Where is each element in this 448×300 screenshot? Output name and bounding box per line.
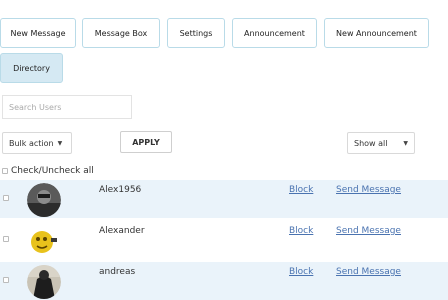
avatar <box>27 183 61 217</box>
user-name: Alexander <box>99 226 145 236</box>
directory-tab-bar: New Message Message Box Settings Announc… <box>0 0 448 88</box>
show-all-selected: Show all <box>354 138 388 148</box>
chevron-down-icon: ▼ <box>403 139 408 147</box>
user-row-checkbox[interactable] <box>3 195 9 201</box>
apply-button[interactable]: APPLY <box>120 131 172 153</box>
tab-new-announcement[interactable]: New Announcement <box>324 18 429 48</box>
tab-settings[interactable]: Settings <box>167 18 225 48</box>
user-name: andreas <box>99 267 136 277</box>
check-all-label: Check/Uncheck all <box>11 166 94 176</box>
check-all-row: Check/Uncheck all <box>2 165 94 177</box>
user-row: andreas Block Send Message <box>0 262 448 300</box>
tab-message-box[interactable]: Message Box <box>82 18 160 48</box>
send-message-link[interactable]: Send Message <box>336 267 401 277</box>
block-link[interactable]: Block <box>289 185 313 195</box>
tab-new-message[interactable]: New Message <box>0 18 76 48</box>
send-message-link[interactable]: Send Message <box>336 185 401 195</box>
avatar-dark-photo-icon <box>27 183 61 217</box>
user-row: Alexander Block Send Message <box>0 221 448 259</box>
bulk-action-select[interactable]: Bulk action ▼ <box>2 132 72 154</box>
avatar <box>27 224 61 258</box>
avatar <box>27 265 61 299</box>
avatar-landscape-photo-icon <box>27 265 61 299</box>
show-all-select[interactable]: Show all ▼ <box>347 132 415 154</box>
user-row: Alex1956 Block Send Message <box>0 180 448 218</box>
block-link[interactable]: Block <box>289 226 313 236</box>
tab-announcement[interactable]: Announcement <box>232 18 317 48</box>
send-message-link[interactable]: Send Message <box>336 226 401 236</box>
user-name: Alex1956 <box>99 185 142 195</box>
tab-directory[interactable]: Directory <box>0 53 63 83</box>
block-link[interactable]: Block <box>289 267 313 277</box>
bulk-action-selected: Bulk action <box>9 138 54 148</box>
avatar-yellow-emoji-icon <box>27 224 61 258</box>
user-row-checkbox[interactable] <box>3 277 9 283</box>
check-all-checkbox[interactable] <box>2 168 8 174</box>
chevron-down-icon: ▼ <box>57 139 63 147</box>
user-row-checkbox[interactable] <box>3 236 9 242</box>
search-users-input[interactable] <box>2 95 132 119</box>
